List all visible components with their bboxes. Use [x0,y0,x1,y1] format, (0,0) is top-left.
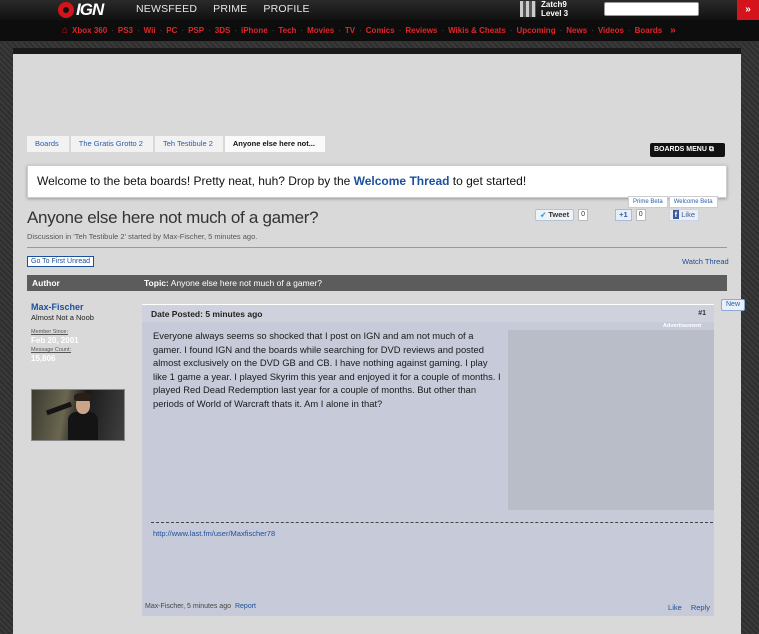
member-since-label: Member Since: [31,329,68,335]
search-input[interactable] [604,2,699,16]
message-count-label: Message Count: [31,347,72,353]
welcome-text-after: to get started! [449,174,527,188]
post-date: Date Posted: 5 minutes ago [151,309,263,319]
top-bar: IGN NEWSFEED PRIME PROFILE Zatch9 Level … [0,0,759,20]
plus-one-count: 0 [635,209,646,221]
subnav-item-movies[interactable]: Movies [307,26,334,35]
new-post-badge: New [721,299,746,311]
user-name: Zatch9 [541,0,567,9]
like-link[interactable]: Like [668,603,682,612]
divider [27,247,727,248]
message-count-value: 15,806 [31,354,56,363]
tweet-label: Tweet [548,210,570,219]
subnav-item-wii[interactable]: Wii [144,26,156,35]
subnav-item-videos[interactable]: Videos [598,26,624,35]
post-actions: Like Reply [659,603,710,612]
watch-thread-link[interactable]: Watch Thread [682,257,729,266]
welcome-banner: Welcome to the beta boards! Pretty neat,… [27,165,727,198]
subnav-item-psp[interactable]: PSP [188,26,204,35]
subnav-item-comics[interactable]: Comics [366,26,395,35]
post-author-time: Max-Fischer, 5 minutes ago [145,603,231,610]
thread-meta: Discussion in 'Teh Testibule 2' started … [27,232,258,241]
nav-prime[interactable]: PRIME [213,3,247,15]
user-avatar [520,1,536,17]
home-icon[interactable]: ⌂ [62,25,68,36]
avatar[interactable] [31,389,125,441]
ign-logo-text: IGN [76,0,104,19]
ign-logo[interactable]: IGN [58,0,104,19]
subnav-item-upcoming[interactable]: Upcoming [516,26,555,35]
topic-label: Topic: [144,278,169,288]
beta-tabs: Prime Beta Welcome Beta [628,196,719,208]
subnav-item-iphone[interactable]: iPhone [241,26,268,35]
author-title: Almost Not a Noob [31,313,94,322]
top-nav: NEWSFEED PRIME PROFILE [136,3,310,15]
plus-one-button[interactable]: +1 [615,209,632,221]
facebook-like-button[interactable]: f Like [668,209,700,221]
post-footer-meta: Max-Fischer, 5 minutes ago Report [145,603,256,610]
first-unread-button[interactable]: Go To First Unread [27,256,95,267]
breadcrumb-current: Anyone else here not... [224,136,325,152]
post-message: Date Posted: 5 minutes ago #1 Advertisem… [142,304,714,616]
boards-menu-label: BOARDS MENU [654,146,707,153]
menu-toggle-button[interactable]: » [737,0,759,20]
tab-welcome-beta[interactable]: Welcome Beta [668,196,718,208]
breadcrumb-gratis-grotto[interactable]: The Gratis Grotto 2 [70,136,153,152]
ign-logo-icon [58,2,74,18]
reply-link[interactable]: Reply [691,603,710,612]
subnav-item-tech[interactable]: Tech [278,26,296,35]
breadcrumb-testibule[interactable]: Teh Testibule 2 [154,136,223,152]
forum-page: Boards The Gratis Grotto 2 Teh Testibule… [13,48,746,634]
advertisement-slot[interactable] [508,330,714,510]
user-info: Zatch9 Level 3 [541,0,568,18]
thread-header-bar: Author Topic: Anyone else here not much … [27,275,727,291]
subnav-item-tv[interactable]: TV [345,26,355,35]
subnav-item-reviews[interactable]: Reviews [405,26,437,35]
post-permalink[interactable]: #1 [698,310,706,317]
subnav-item-3ds[interactable]: 3DS [215,26,231,35]
subnav-item-news[interactable]: News [566,26,587,35]
signature-divider [151,522,713,523]
page-title: Anyone else here not much of a gamer? [27,208,319,227]
subnav-item-wikis[interactable]: Wikis & Cheats [448,26,506,35]
subnav-item-ps3[interactable]: PS3 [118,26,133,35]
tab-prime-beta[interactable]: Prime Beta [628,196,668,208]
advertisement-label: Advertisement [663,323,702,329]
section-nav: ⌂ Xbox 360 · PS3 · Wii · PC · PSP · 3DS · iPho… [0,20,759,42]
nav-newsfeed[interactable]: NEWSFEED [136,3,197,15]
user-menu[interactable]: Zatch9 Level 3 [520,0,568,18]
author-name-link[interactable]: Max-Fischer [31,302,141,312]
more-chevron-icon[interactable]: » [670,25,676,36]
facebook-icon: f [672,210,680,219]
subnav-item-pc[interactable]: PC [166,26,177,35]
welcome-thread-link[interactable]: Welcome Thread [354,174,450,188]
topic-value: Anyone else here not much of a gamer? [170,278,322,288]
post-body: Everyone always seems so shocked that I … [153,330,501,409]
post-header: Date Posted: 5 minutes ago #1 [142,304,714,322]
user-level: Level 3 [541,9,569,18]
social-share: ➶ Tweet 0 +1 0 f Like [535,209,700,221]
author-column-header: Author [32,278,60,288]
tweet-button[interactable]: ➶ Tweet [535,209,575,221]
subnav-item-boards[interactable]: Boards [635,26,663,35]
welcome-text-before: Welcome to the beta boards! Pretty neat,… [37,174,354,188]
breadcrumb-boards[interactable]: Boards [27,136,69,152]
report-link[interactable]: Report [235,603,256,610]
subnav-item-xbox360[interactable]: Xbox 360 [72,26,107,35]
facebook-like-label: Like [681,210,696,219]
author-panel: Max-Fischer Almost Not a Noob Member Sin… [31,302,141,441]
member-since-value: Feb 20, 2001 [31,336,79,345]
tweet-count: 0 [578,209,589,221]
breadcrumb: Boards The Gratis Grotto 2 Teh Testibule… [27,136,727,152]
nav-profile[interactable]: PROFILE [263,3,309,15]
chevron-down-icon: » [745,4,751,15]
signature-link[interactable]: http://www.last.fm/user/Maxfischer78 [153,529,275,538]
twitter-bird-icon: ➶ [540,210,547,219]
boards-menu-button[interactable]: BOARDS MENU ⧉ [650,143,725,157]
topic-header: Topic: Anyone else here not much of a ga… [144,275,322,291]
